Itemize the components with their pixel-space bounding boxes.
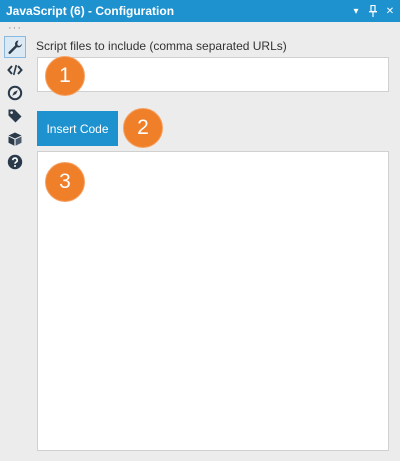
sidebar-item-help[interactable] (4, 151, 26, 173)
script-files-input[interactable] (37, 57, 389, 92)
compass-icon (7, 85, 23, 101)
insert-code-button[interactable]: Insert Code (37, 111, 118, 146)
window-title: JavaScript (6) - Configuration (6, 4, 175, 18)
close-icon[interactable]: ✕ (383, 4, 397, 18)
tag-icon (7, 108, 23, 124)
callout-badge-1: 1 (45, 56, 85, 96)
wrench-icon (7, 39, 23, 55)
overflow-dots[interactable]: ··· (8, 23, 22, 34)
sidebar-item-code[interactable] (4, 59, 26, 81)
sidebar-item-navigator[interactable] (4, 82, 26, 104)
callout-badge-2: 2 (123, 108, 163, 148)
callout-badge-3: 3 (45, 162, 85, 202)
tool-sidebar (4, 36, 26, 174)
title-bar: JavaScript (6) - Configuration ▾ ✕ (0, 0, 400, 22)
help-icon (7, 154, 23, 170)
code-editor[interactable] (37, 151, 389, 451)
pin-icon[interactable] (366, 4, 380, 18)
box-icon (7, 131, 23, 147)
chevron-down-icon[interactable]: ▾ (349, 4, 363, 18)
code-icon (7, 63, 23, 77)
script-files-label: Script files to include (comma separated… (36, 39, 287, 53)
sidebar-item-annotation[interactable] (4, 105, 26, 127)
sidebar-item-configuration[interactable] (4, 36, 26, 58)
sidebar-item-meta[interactable] (4, 128, 26, 150)
